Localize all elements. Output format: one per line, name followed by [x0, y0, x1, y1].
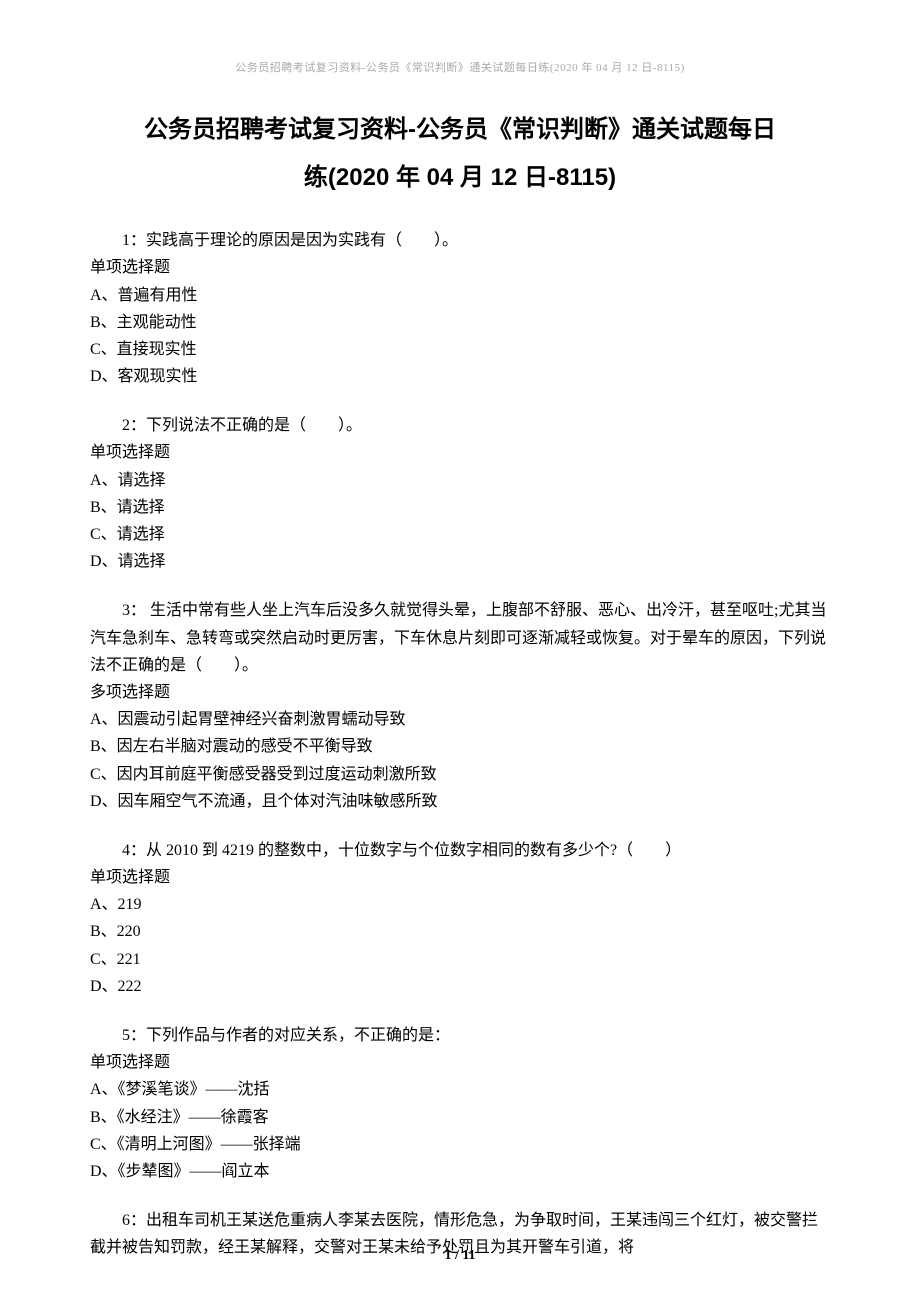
option-d: D、客观现实性 — [90, 363, 830, 390]
question-text: 3： 生活中常有些人坐上汽车后没多久就觉得头晕，上腹部不舒服、恶心、出冷汗，甚至… — [90, 597, 830, 679]
option-a: A、因震动引起胃壁神经兴奋刺激胃蠕动导致 — [90, 706, 830, 733]
question-type: 单项选择题 — [90, 1049, 830, 1076]
option-d: D、因车厢空气不流通，且个体对汽油味敏感所致 — [90, 788, 830, 815]
question-5: 5：下列作品与作者的对应关系，不正确的是： 单项选择题 A、《梦溪笔谈》——沈括… — [90, 1022, 830, 1185]
option-c: C、请选择 — [90, 521, 830, 548]
option-a: A、请选择 — [90, 467, 830, 494]
option-a: A、219 — [90, 891, 830, 918]
question-type: 单项选择题 — [90, 864, 830, 891]
option-b: B、《水经注》——徐霞客 — [90, 1104, 830, 1131]
option-c: C、直接现实性 — [90, 336, 830, 363]
question-text: 5：下列作品与作者的对应关系，不正确的是： — [90, 1022, 830, 1049]
question-text: 4：从 2010 到 4219 的整数中，十位数字与个位数字相同的数有多少个?（… — [90, 837, 830, 864]
question-type: 单项选择题 — [90, 254, 830, 281]
question-4: 4：从 2010 到 4219 的整数中，十位数字与个位数字相同的数有多少个?（… — [90, 837, 830, 1000]
option-c: C、《清明上河图》——张择端 — [90, 1131, 830, 1158]
question-text: 2：下列说法不正确的是（ ）。 — [90, 412, 830, 439]
page-footer: 1 / 11 — [0, 1245, 920, 1267]
option-b: B、220 — [90, 918, 830, 945]
option-a: A、普遍有用性 — [90, 282, 830, 309]
option-b: B、主观能动性 — [90, 309, 830, 336]
option-b: B、因左右半脑对震动的感受不平衡导致 — [90, 733, 830, 760]
page-header: 公务员招聘考试复习资料-公务员《常识判断》通关试题每日练(2020 年 04 月… — [90, 60, 830, 78]
option-d: D、《步辇图》——阎立本 — [90, 1158, 830, 1185]
option-c: C、因内耳前庭平衡感受器受到过度运动刺激所致 — [90, 761, 830, 788]
question-2: 2：下列说法不正确的是（ ）。 单项选择题 A、请选择 B、请选择 C、请选择 … — [90, 412, 830, 575]
question-1: 1：实践高于理论的原因是因为实践有（ ）。 单项选择题 A、普遍有用性 B、主观… — [90, 227, 830, 390]
question-type: 多项选择题 — [90, 679, 830, 706]
option-c: C、221 — [90, 946, 830, 973]
document-title: 公务员招聘考试复习资料-公务员《常识判断》通关试题每日 — [90, 108, 830, 151]
question-text: 1：实践高于理论的原因是因为实践有（ ）。 — [90, 227, 830, 254]
question-type: 单项选择题 — [90, 439, 830, 466]
question-3: 3： 生活中常有些人坐上汽车后没多久就觉得头晕，上腹部不舒服、恶心、出冷汗，甚至… — [90, 597, 830, 815]
document-subtitle: 练(2020 年 04 月 12 日-8115) — [90, 159, 830, 197]
option-a: A、《梦溪笔谈》——沈括 — [90, 1076, 830, 1103]
option-d: D、请选择 — [90, 548, 830, 575]
option-b: B、请选择 — [90, 494, 830, 521]
option-d: D、222 — [90, 973, 830, 1000]
